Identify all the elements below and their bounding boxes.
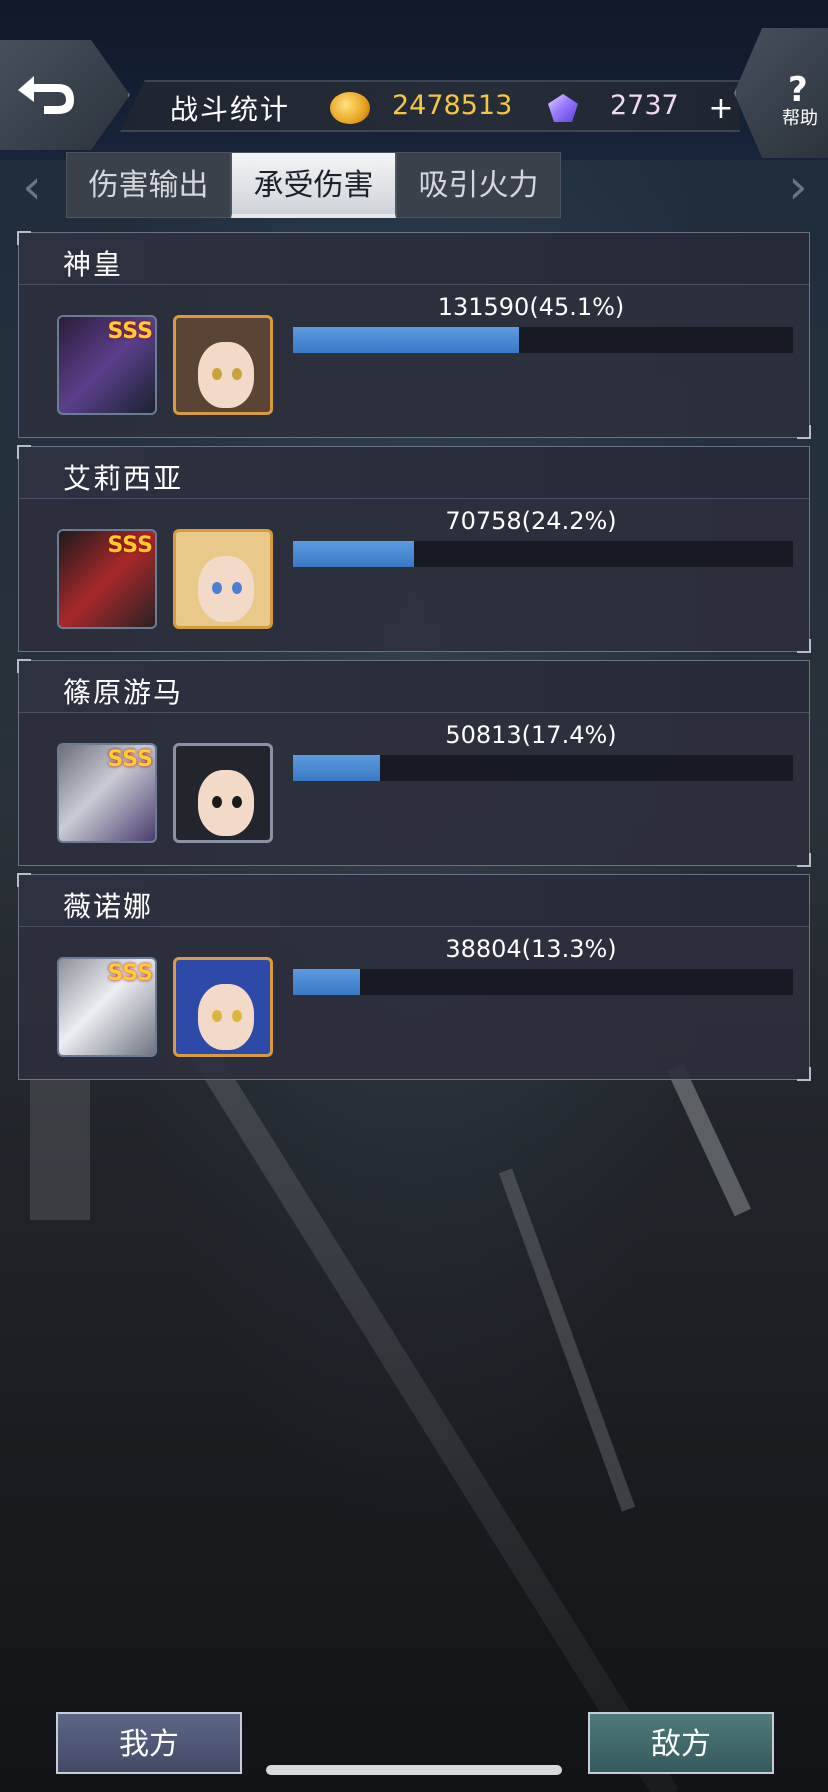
gold-coin-icon bbox=[330, 92, 370, 124]
damage-value: 70758(24.2%) bbox=[445, 507, 617, 535]
pilot-face bbox=[198, 556, 254, 622]
pilot-eye bbox=[232, 368, 242, 380]
pilot-eye bbox=[212, 1010, 222, 1022]
help-button[interactable] bbox=[734, 28, 828, 158]
tab-damage-taken[interactable]: 承受伤害 bbox=[231, 152, 396, 218]
mech-portrait[interactable]: SSS bbox=[57, 743, 157, 843]
damage-value: 50813(17.4%) bbox=[445, 721, 617, 749]
tab-draw-fire[interactable]: 吸引火力 bbox=[396, 152, 561, 218]
damage-bar-fill bbox=[293, 969, 360, 995]
diamond-balance: 2737 bbox=[610, 90, 679, 121]
player-name: 神皇 bbox=[63, 248, 124, 281]
player-stat-card: 薇诺娜 SSS 38804(13.3%) bbox=[17, 873, 811, 1081]
help-label: 帮助 bbox=[782, 108, 818, 129]
back-arrow-icon bbox=[18, 76, 74, 114]
tab-damage-output[interactable]: 伤害输出 bbox=[66, 152, 231, 218]
pilot-portrait[interactable] bbox=[173, 315, 273, 415]
top-bar: 战斗统计 2478513 2737 + ? 帮助 bbox=[0, 0, 828, 158]
pilot-portrait[interactable] bbox=[173, 529, 273, 629]
player-stat-card: 篠原游马 SSS 50813(17.4%) bbox=[17, 659, 811, 867]
damage-bar bbox=[293, 541, 793, 567]
card-header: 篠原游马 bbox=[19, 661, 809, 713]
frame-corner bbox=[797, 425, 811, 439]
damage-bar bbox=[293, 755, 793, 781]
card-header: 薇诺娜 bbox=[19, 875, 809, 927]
damage-bar-fill bbox=[293, 755, 380, 781]
damage-bar-fill bbox=[293, 541, 414, 567]
pilot-eye bbox=[212, 368, 222, 380]
frame-corner bbox=[797, 853, 811, 867]
mech-portrait[interactable]: SSS bbox=[57, 957, 157, 1057]
damage-bar-fill bbox=[293, 327, 519, 353]
rank-badge: SSS bbox=[107, 319, 153, 344]
damage-bar bbox=[293, 327, 793, 353]
player-stat-card: 神皇 SSS 131590(45.1%) bbox=[17, 231, 811, 439]
pilot-portrait[interactable] bbox=[173, 957, 273, 1057]
rank-badge: SSS bbox=[107, 961, 153, 986]
mech-portrait[interactable]: SSS bbox=[57, 315, 157, 415]
damage-bar bbox=[293, 969, 793, 995]
chevron-right-icon[interactable]: › bbox=[778, 163, 818, 214]
pilot-eye bbox=[232, 1010, 242, 1022]
rank-badge: SSS bbox=[107, 747, 153, 772]
pilot-eye bbox=[232, 796, 242, 808]
pilot-eye bbox=[212, 582, 222, 594]
player-stat-card: 艾莉西亚 SSS 70758(24.2%) bbox=[17, 445, 811, 653]
player-name: 篠原游马 bbox=[63, 676, 184, 709]
pilot-face bbox=[198, 770, 254, 836]
player-name: 薇诺娜 bbox=[63, 890, 154, 923]
coin-balance: 2478513 bbox=[392, 90, 513, 121]
frame-corner bbox=[797, 1067, 811, 1081]
pilot-eye bbox=[212, 796, 222, 808]
damage-value: 38804(13.3%) bbox=[445, 935, 617, 963]
mech-portrait[interactable]: SSS bbox=[57, 529, 157, 629]
card-header: 神皇 bbox=[19, 233, 809, 285]
pilot-eye bbox=[232, 582, 242, 594]
background-structure bbox=[30, 1080, 90, 1220]
pilot-portrait[interactable] bbox=[173, 743, 273, 843]
rank-badge: SSS bbox=[107, 533, 153, 558]
home-indicator[interactable] bbox=[266, 1765, 562, 1775]
pilot-face bbox=[198, 342, 254, 408]
pilot-face bbox=[198, 984, 254, 1050]
chevron-left-icon[interactable]: ‹ bbox=[12, 163, 52, 214]
page-title: 战斗统计 bbox=[170, 93, 291, 126]
frame-corner bbox=[797, 639, 811, 653]
enemy-side-button[interactable]: 敌方 bbox=[588, 1712, 774, 1774]
back-button[interactable] bbox=[0, 40, 130, 150]
stat-tabs: ‹ 伤害输出 承受伤害 吸引火力 › bbox=[0, 152, 828, 224]
card-header: 艾莉西亚 bbox=[19, 447, 809, 499]
add-diamonds-button[interactable]: + bbox=[706, 94, 736, 126]
damage-value: 131590(45.1%) bbox=[437, 293, 625, 321]
player-name: 艾莉西亚 bbox=[63, 462, 184, 495]
our-side-button[interactable]: 我方 bbox=[56, 1712, 242, 1774]
